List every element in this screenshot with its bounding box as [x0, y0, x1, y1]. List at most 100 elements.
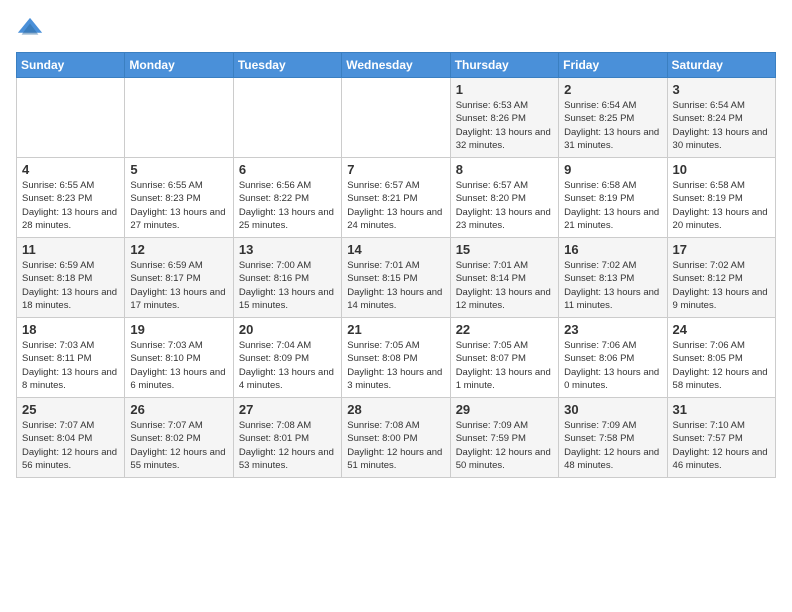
- day-info: Sunrise: 7:06 AM Sunset: 8:05 PM Dayligh…: [673, 339, 770, 392]
- day-number: 21: [347, 322, 444, 337]
- day-number: 24: [673, 322, 770, 337]
- day-info: Sunrise: 7:03 AM Sunset: 8:11 PM Dayligh…: [22, 339, 119, 392]
- day-info: Sunrise: 7:06 AM Sunset: 8:06 PM Dayligh…: [564, 339, 661, 392]
- calendar-cell: 8 Sunrise: 6:57 AM Sunset: 8:20 PM Daylig…: [450, 158, 558, 238]
- day-number: 30: [564, 402, 661, 417]
- calendar-cell: 15 Sunrise: 7:01 AM Sunset: 8:14 PM Dayli…: [450, 238, 558, 318]
- day-number: 28: [347, 402, 444, 417]
- day-number: 5: [130, 162, 227, 177]
- day-number: 16: [564, 242, 661, 257]
- calendar-cell: 10 Sunrise: 6:58 AM Sunset: 8:19 PM Dayli…: [667, 158, 775, 238]
- day-info: Sunrise: 7:01 AM Sunset: 8:15 PM Dayligh…: [347, 259, 444, 312]
- day-number: 9: [564, 162, 661, 177]
- calendar-cell: 25 Sunrise: 7:07 AM Sunset: 8:04 PM Dayli…: [17, 398, 125, 478]
- day-number: 18: [22, 322, 119, 337]
- calendar-cell: 28 Sunrise: 7:08 AM Sunset: 8:00 PM Dayli…: [342, 398, 450, 478]
- weekday-header-sunday: Sunday: [17, 53, 125, 78]
- day-number: 31: [673, 402, 770, 417]
- calendar-cell: 7 Sunrise: 6:57 AM Sunset: 8:21 PM Daylig…: [342, 158, 450, 238]
- day-info: Sunrise: 6:58 AM Sunset: 8:19 PM Dayligh…: [673, 179, 770, 232]
- calendar-cell: 4Sunrise: 6:55 AM Sunset: 8:23 PM Daylig…: [17, 158, 125, 238]
- calendar-cell: 18 Sunrise: 7:03 AM Sunset: 8:11 PM Dayli…: [17, 318, 125, 398]
- day-info: Sunrise: 6:57 AM Sunset: 8:21 PM Dayligh…: [347, 179, 444, 232]
- day-number: 3: [673, 82, 770, 97]
- day-info: Sunrise: 7:02 AM Sunset: 8:13 PM Dayligh…: [564, 259, 661, 312]
- calendar-cell: 27Sunrise: 7:08 AM Sunset: 8:01 PM Dayli…: [233, 398, 341, 478]
- day-info: Sunrise: 6:56 AM Sunset: 8:22 PM Dayligh…: [239, 179, 336, 232]
- weekday-header-wednesday: Wednesday: [342, 53, 450, 78]
- calendar-cell: 16 Sunrise: 7:02 AM Sunset: 8:13 PM Dayli…: [559, 238, 667, 318]
- day-number: 2: [564, 82, 661, 97]
- weekday-header-tuesday: Tuesday: [233, 53, 341, 78]
- weekday-header-monday: Monday: [125, 53, 233, 78]
- weekday-header-saturday: Saturday: [667, 53, 775, 78]
- day-info: Sunrise: 7:08 AM Sunset: 8:00 PM Dayligh…: [347, 419, 444, 472]
- calendar-week-5: 25 Sunrise: 7:07 AM Sunset: 8:04 PM Dayli…: [17, 398, 776, 478]
- day-info: Sunrise: 7:03 AM Sunset: 8:10 PM Dayligh…: [130, 339, 227, 392]
- calendar-cell: 23 Sunrise: 7:06 AM Sunset: 8:06 PM Dayli…: [559, 318, 667, 398]
- calendar-cell: 5Sunrise: 6:55 AM Sunset: 8:23 PM Daylig…: [125, 158, 233, 238]
- calendar-cell: [125, 78, 233, 158]
- day-info: Sunrise: 7:05 AM Sunset: 8:07 PM Dayligh…: [456, 339, 553, 392]
- calendar-cell: [17, 78, 125, 158]
- day-info: Sunrise: 7:09 AM Sunset: 7:58 PM Dayligh…: [564, 419, 661, 472]
- calendar-cell: 31 Sunrise: 7:10 AM Sunset: 7:57 PM Dayli…: [667, 398, 775, 478]
- day-number: 29: [456, 402, 553, 417]
- calendar-cell: 2 Sunrise: 6:54 AM Sunset: 8:25 PM Daylig…: [559, 78, 667, 158]
- calendar-week-2: 4Sunrise: 6:55 AM Sunset: 8:23 PM Daylig…: [17, 158, 776, 238]
- calendar-cell: [342, 78, 450, 158]
- day-info: Sunrise: 6:57 AM Sunset: 8:20 PM Dayligh…: [456, 179, 553, 232]
- day-number: 1: [456, 82, 553, 97]
- calendar-week-3: 11 Sunrise: 6:59 AM Sunset: 8:18 PM Dayli…: [17, 238, 776, 318]
- day-info: Sunrise: 7:04 AM Sunset: 8:09 PM Dayligh…: [239, 339, 336, 392]
- calendar-cell: 29 Sunrise: 7:09 AM Sunset: 7:59 PM Dayli…: [450, 398, 558, 478]
- weekday-header-thursday: Thursday: [450, 53, 558, 78]
- day-info: Sunrise: 6:58 AM Sunset: 8:19 PM Dayligh…: [564, 179, 661, 232]
- day-info: Sunrise: 7:00 AM Sunset: 8:16 PM Dayligh…: [239, 259, 336, 312]
- calendar-cell: 24 Sunrise: 7:06 AM Sunset: 8:05 PM Dayli…: [667, 318, 775, 398]
- day-info: Sunrise: 6:59 AM Sunset: 8:17 PM Dayligh…: [130, 259, 227, 312]
- calendar-table: SundayMondayTuesdayWednesdayThursdayFrid…: [16, 52, 776, 478]
- day-number: 13: [239, 242, 336, 257]
- weekday-header-friday: Friday: [559, 53, 667, 78]
- calendar-cell: 9 Sunrise: 6:58 AM Sunset: 8:19 PM Daylig…: [559, 158, 667, 238]
- calendar-cell: [233, 78, 341, 158]
- day-number: 23: [564, 322, 661, 337]
- logo: [16, 16, 48, 44]
- day-number: 10: [673, 162, 770, 177]
- day-info: Sunrise: 7:07 AM Sunset: 8:04 PM Dayligh…: [22, 419, 119, 472]
- day-number: 12: [130, 242, 227, 257]
- day-number: 14: [347, 242, 444, 257]
- day-info: Sunrise: 7:01 AM Sunset: 8:14 PM Dayligh…: [456, 259, 553, 312]
- day-info: Sunrise: 7:07 AM Sunset: 8:02 PM Dayligh…: [130, 419, 227, 472]
- day-number: 17: [673, 242, 770, 257]
- day-number: 11: [22, 242, 119, 257]
- day-info: Sunrise: 6:54 AM Sunset: 8:24 PM Dayligh…: [673, 99, 770, 152]
- day-info: Sunrise: 7:10 AM Sunset: 7:57 PM Dayligh…: [673, 419, 770, 472]
- calendar-week-4: 18 Sunrise: 7:03 AM Sunset: 8:11 PM Dayli…: [17, 318, 776, 398]
- calendar-cell: 14 Sunrise: 7:01 AM Sunset: 8:15 PM Dayli…: [342, 238, 450, 318]
- day-number: 22: [456, 322, 553, 337]
- calendar-cell: 3 Sunrise: 6:54 AM Sunset: 8:24 PM Daylig…: [667, 78, 775, 158]
- day-number: 26: [130, 402, 227, 417]
- calendar-cell: 6Sunrise: 6:56 AM Sunset: 8:22 PM Daylig…: [233, 158, 341, 238]
- day-number: 8: [456, 162, 553, 177]
- calendar-cell: 19Sunrise: 7:03 AM Sunset: 8:10 PM Dayli…: [125, 318, 233, 398]
- day-info: Sunrise: 6:54 AM Sunset: 8:25 PM Dayligh…: [564, 99, 661, 152]
- calendar-cell: 1Sunrise: 6:53 AM Sunset: 8:26 PM Daylig…: [450, 78, 558, 158]
- day-number: 25: [22, 402, 119, 417]
- day-number: 7: [347, 162, 444, 177]
- day-info: Sunrise: 6:55 AM Sunset: 8:23 PM Dayligh…: [22, 179, 119, 232]
- day-number: 15: [456, 242, 553, 257]
- day-info: Sunrise: 7:09 AM Sunset: 7:59 PM Dayligh…: [456, 419, 553, 472]
- logo-icon: [16, 16, 44, 44]
- day-number: 27: [239, 402, 336, 417]
- weekday-header-row: SundayMondayTuesdayWednesdayThursdayFrid…: [17, 53, 776, 78]
- calendar-cell: 13 Sunrise: 7:00 AM Sunset: 8:16 PM Dayli…: [233, 238, 341, 318]
- calendar-cell: 11 Sunrise: 6:59 AM Sunset: 8:18 PM Dayli…: [17, 238, 125, 318]
- calendar-week-1: 1Sunrise: 6:53 AM Sunset: 8:26 PM Daylig…: [17, 78, 776, 158]
- calendar-cell: 17 Sunrise: 7:02 AM Sunset: 8:12 PM Dayli…: [667, 238, 775, 318]
- calendar-cell: 12 Sunrise: 6:59 AM Sunset: 8:17 PM Dayli…: [125, 238, 233, 318]
- day-info: Sunrise: 6:59 AM Sunset: 8:18 PM Dayligh…: [22, 259, 119, 312]
- day-info: Sunrise: 7:02 AM Sunset: 8:12 PM Dayligh…: [673, 259, 770, 312]
